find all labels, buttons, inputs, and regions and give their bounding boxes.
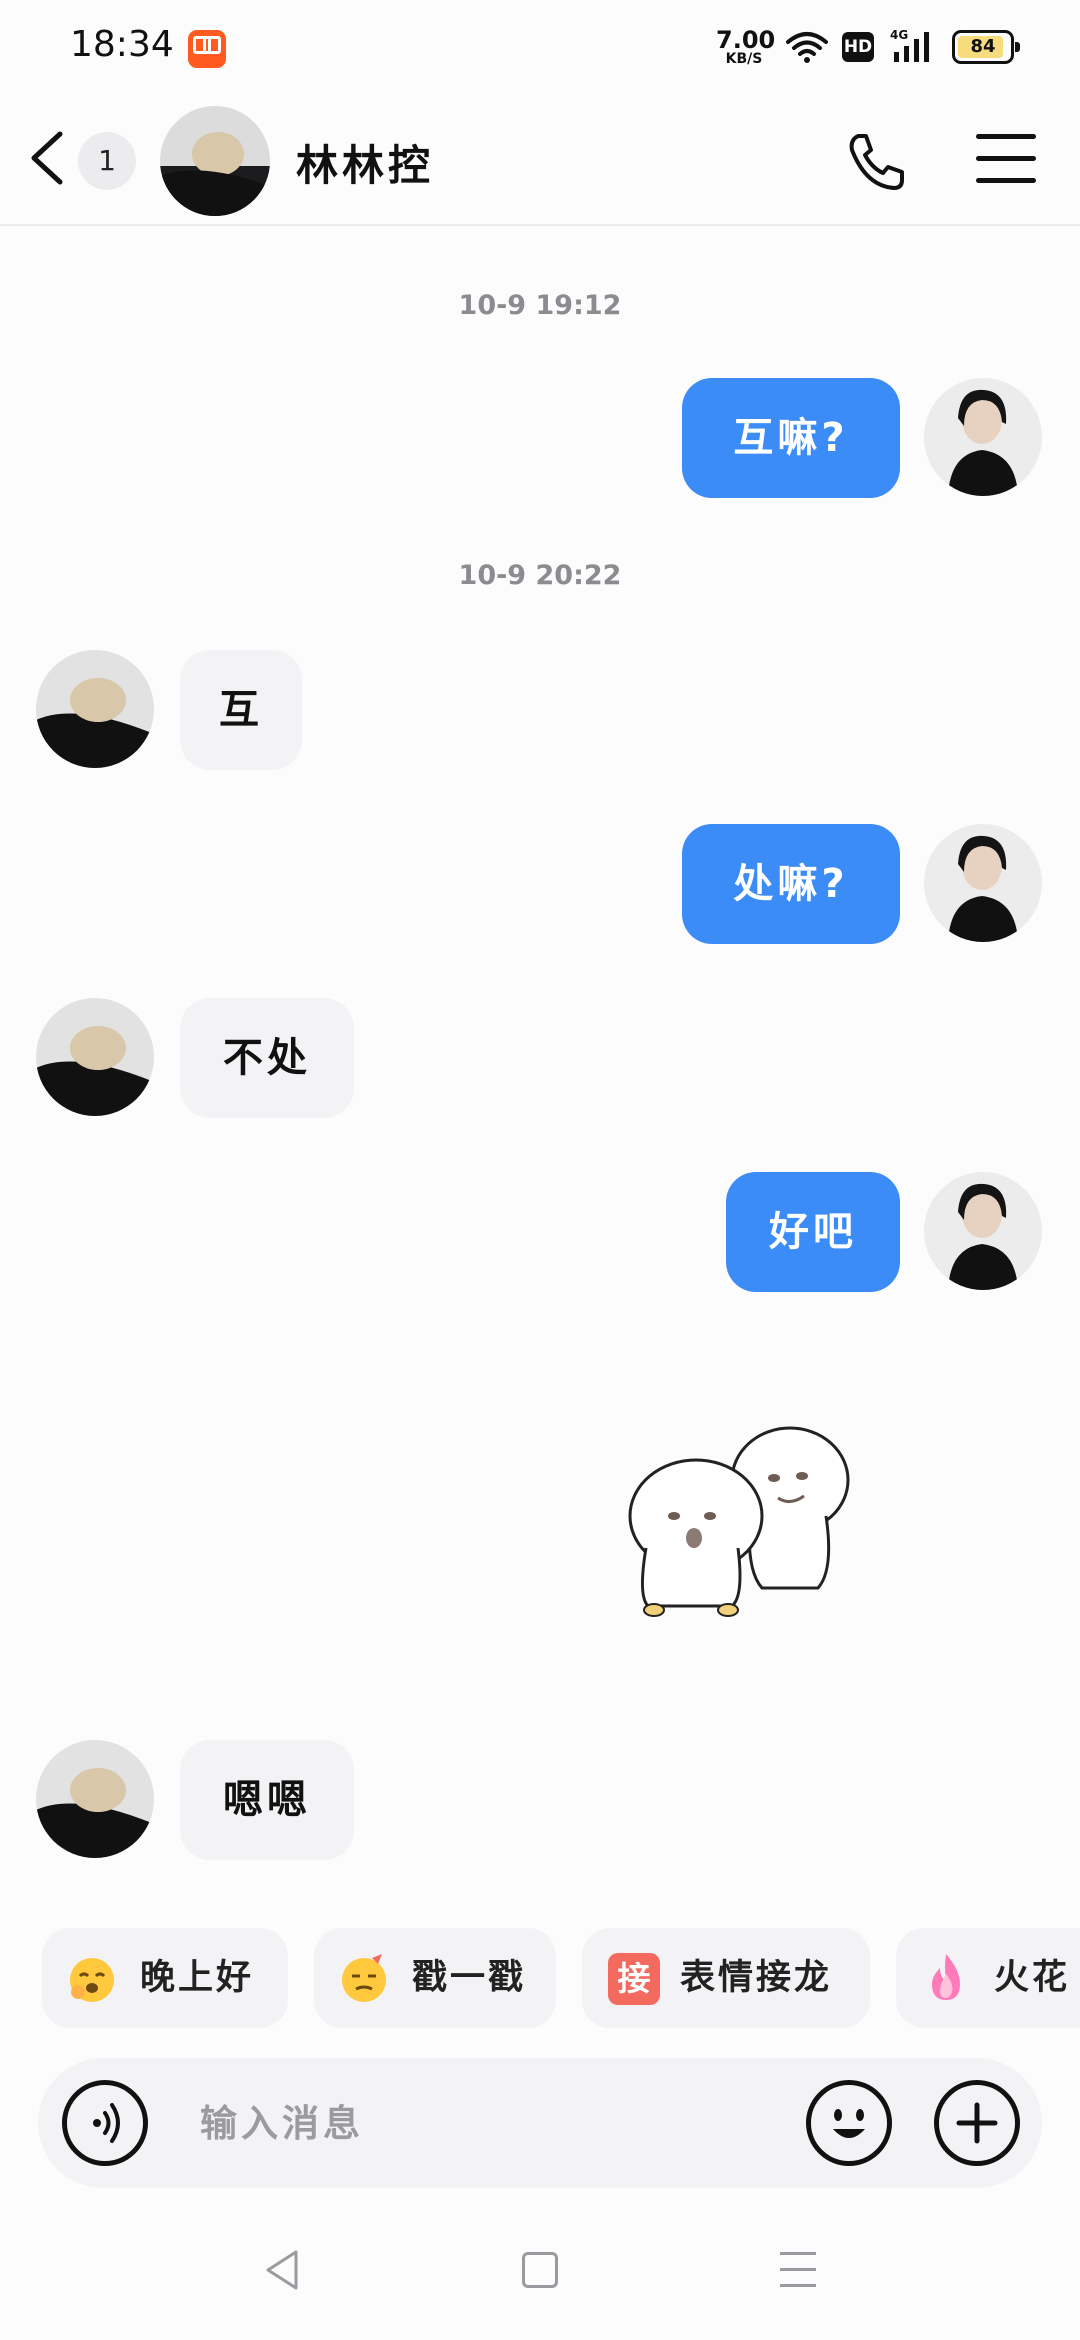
plus-icon: [956, 2102, 998, 2144]
network-speed-value: 7.00: [716, 26, 776, 54]
emoji-button[interactable]: [806, 2080, 892, 2166]
status-time: 18:34: [70, 24, 174, 65]
my-avatar[interactable]: [924, 1172, 1042, 1290]
chat-header: 1 林林控: [0, 92, 1080, 226]
chat-screen: 18:34 7.00 KB/S HD 4G 84 1 林林控 10-9 19:1…: [0, 0, 1080, 2340]
quick-reply-label: 戳一戳: [412, 1958, 527, 1998]
battery-level: 84: [970, 36, 996, 57]
network-speed: 7.00 KB/S: [716, 26, 776, 67]
network-type-label: 4G: [890, 28, 908, 42]
status-bar: 18:34 7.00 KB/S HD 4G 84: [0, 0, 1080, 92]
incoming-message-bubble[interactable]: 互: [180, 650, 302, 770]
contact-message-avatar[interactable]: [36, 998, 154, 1116]
contact-message-avatar[interactable]: [36, 1740, 154, 1858]
my-avatar[interactable]: [924, 824, 1042, 942]
more-options-button[interactable]: [934, 2080, 1020, 2166]
my-avatar[interactable]: [924, 378, 1042, 496]
outgoing-message-bubble[interactable]: 互嘛?: [682, 378, 900, 498]
sticker-chain-icon: 接: [608, 1953, 660, 2005]
contact-avatar[interactable]: [160, 106, 270, 216]
poke-emoji-icon: [342, 1954, 386, 2002]
message-timestamp: 10-9 19:12: [458, 290, 622, 321]
quick-reply-label: 晚上好: [140, 1958, 255, 1998]
system-nav-bar: [0, 2230, 1080, 2340]
nav-back-icon[interactable]: [262, 2248, 302, 2292]
chat-menu-button[interactable]: [976, 134, 1036, 190]
quick-reply-chip[interactable]: 火花: [896, 1928, 1080, 2028]
message-input-bar: [38, 2058, 1042, 2188]
phone-call-button[interactable]: [844, 130, 908, 194]
contact-name[interactable]: 林林控: [296, 132, 434, 193]
message-timestamp: 10-9 20:22: [458, 560, 622, 591]
nav-home-icon[interactable]: [522, 2252, 558, 2288]
wifi-icon: [786, 32, 828, 63]
voice-input-button[interactable]: [62, 2080, 148, 2166]
hd-voice-icon: HD: [842, 32, 874, 62]
quick-reply-label: 表情接龙: [680, 1958, 833, 1998]
outgoing-message-bubble[interactable]: 处嘛?: [682, 824, 900, 944]
outgoing-message-bubble[interactable]: 好吧: [726, 1172, 900, 1292]
cellular-signal-icon: 4G: [890, 28, 929, 62]
incoming-message-bubble[interactable]: 不处: [180, 998, 354, 1118]
contact-message-avatar[interactable]: [36, 650, 154, 768]
quick-reply-bar: 晚上好 戳一戳 接 表情接龙 火花: [0, 1928, 1080, 2032]
quick-reply-chip[interactable]: 戳一戳: [314, 1928, 556, 2028]
app-notification-icon: [188, 30, 226, 68]
nav-recents-icon[interactable]: [780, 2252, 816, 2300]
back-button[interactable]: [20, 128, 80, 188]
quick-reply-label: 火花: [994, 1958, 1071, 1998]
voice-icon: [93, 2103, 120, 2143]
quick-reply-chip[interactable]: 晚上好: [42, 1928, 288, 2028]
unread-count-badge[interactable]: 1: [78, 132, 136, 190]
smiley-icon: [833, 2109, 865, 2138]
message-input[interactable]: [200, 2086, 800, 2160]
quick-reply-chip[interactable]: 接 表情接龙: [582, 1928, 870, 2028]
flame-icon: [932, 1954, 960, 2000]
yawn-emoji-icon: [70, 1958, 114, 2002]
incoming-message-bubble[interactable]: 嗯嗯: [180, 1740, 354, 1860]
battery-icon: 84: [952, 30, 1020, 64]
two-buddies-sticker[interactable]: [612, 1420, 862, 1620]
network-speed-unit: KB/S: [725, 51, 763, 67]
